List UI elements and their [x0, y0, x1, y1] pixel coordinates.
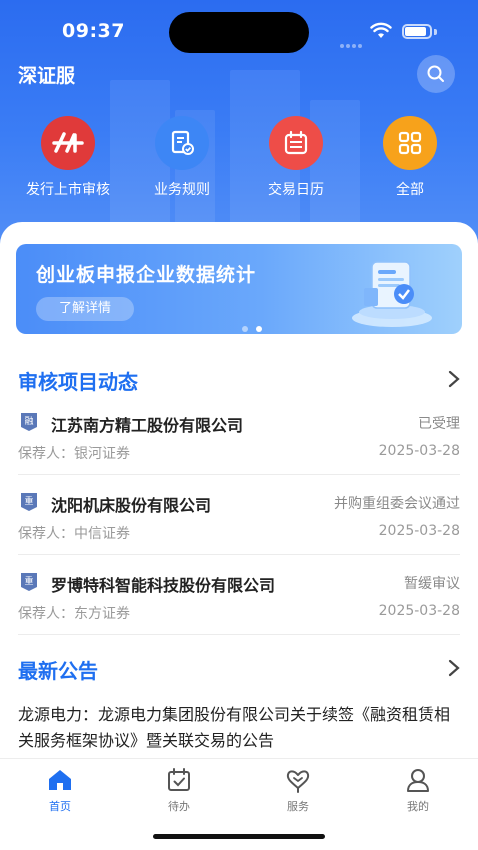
- notice-item[interactable]: 龙源电力：龙源电力集团股份有限公司关于续签《融资租赁相关服务框架协议》暨关联交易…: [18, 702, 464, 754]
- chevron-right-icon[interactable]: [447, 658, 461, 678]
- chevron-right-icon[interactable]: [447, 369, 461, 389]
- company-name: 沈阳机床股份有限公司: [51, 496, 212, 515]
- carousel-indicator: [242, 317, 270, 334]
- tab-label: 首页: [49, 800, 71, 813]
- profile-icon: [407, 769, 429, 792]
- shortcut-label: 发行上市审核: [26, 182, 110, 198]
- shortcut-label: 全部: [396, 182, 424, 198]
- banner-title: 创业板申报企业数据统计: [36, 264, 257, 286]
- svg-text:融: 融: [24, 416, 33, 427]
- recommender: 保荐人：中信证券: [18, 526, 130, 542]
- app-title: 深证服: [18, 65, 76, 87]
- review-section-title: 审核项目动态: [18, 370, 138, 394]
- company-name: 江苏南方精工股份有限公司: [51, 416, 244, 435]
- tab-label: 待办: [168, 800, 190, 813]
- banner-details-button[interactable]: 了解详情: [36, 297, 134, 321]
- company-name: 罗博特科智能科技股份有限公司: [51, 576, 276, 595]
- shortcut-ipo-review[interactable]: 发行上市审核: [11, 116, 125, 199]
- list-divider: [18, 554, 460, 555]
- wifi-icon: [370, 22, 392, 40]
- shortcut-label: 交易日历: [268, 182, 324, 198]
- review-item[interactable]: 重 罗博特科智能科技股份有限公司 暂缓审议 保荐人：东方证券 2025-03-2…: [0, 572, 478, 652]
- tab-home[interactable]: 首页: [20, 767, 100, 814]
- review-status: 并购重组委会议通过: [334, 496, 460, 512]
- financing-badge-icon: 融: [21, 413, 37, 431]
- list-divider: [18, 474, 460, 475]
- todo-calendar-icon: [168, 768, 190, 791]
- restructuring-badge-icon: 重: [21, 493, 37, 511]
- battery-tip: [434, 29, 437, 35]
- status-time: 09:37: [62, 20, 125, 42]
- shortcut-rules[interactable]: 业务规则: [125, 116, 239, 199]
- recommender: 保荐人：银河证券: [18, 446, 130, 462]
- recommender: 保荐人：东方证券: [18, 606, 130, 622]
- review-item[interactable]: 融 江苏南方精工股份有限公司 已受理 保荐人：银河证券 2025-03-28: [0, 412, 478, 492]
- tab-label: 我的: [407, 800, 429, 813]
- search-button[interactable]: [417, 55, 455, 93]
- status-bar: 09:37: [0, 0, 478, 62]
- svg-text:重: 重: [24, 575, 33, 587]
- tab-service[interactable]: 服务: [258, 767, 338, 814]
- tab-todo[interactable]: 待办: [139, 767, 219, 814]
- dynamic-island: [169, 12, 309, 53]
- ipo-review-icon: [41, 116, 95, 170]
- home-icon: [49, 770, 71, 790]
- shortcut-all[interactable]: 全部: [353, 116, 467, 199]
- restructuring-badge-icon: 重: [21, 573, 37, 591]
- review-status: 已受理: [418, 416, 460, 432]
- home-indicator: [153, 834, 325, 839]
- tab-profile[interactable]: 我的: [378, 767, 458, 814]
- search-icon: [427, 65, 444, 82]
- list-divider: [18, 634, 460, 635]
- review-date: 2025-03-28: [378, 443, 460, 459]
- review-item[interactable]: 重 沈阳机床股份有限公司 并购重组委会议通过 保荐人：中信证券 2025-03-…: [0, 492, 478, 572]
- grid-all-icon: [383, 116, 437, 170]
- service-heart-icon: [286, 770, 310, 793]
- statistics-illustration: [352, 261, 432, 327]
- tab-label: 服务: [287, 800, 309, 813]
- notice-section-title: 最新公告: [18, 659, 98, 683]
- battery-icon: [402, 24, 432, 39]
- svg-text:重: 重: [24, 495, 33, 507]
- rules-document-icon: [155, 116, 209, 170]
- calendar-icon: [269, 116, 323, 170]
- review-status: 暂缓审议: [404, 576, 460, 592]
- review-date: 2025-03-28: [378, 523, 460, 539]
- review-date: 2025-03-28: [378, 603, 460, 619]
- cellular-signal-icon: [340, 33, 364, 48]
- shortcut-calendar[interactable]: 交易日历: [239, 116, 353, 199]
- shortcut-label: 业务规则: [154, 182, 210, 198]
- promo-banner[interactable]: 创业板申报企业数据统计 了解详情: [16, 244, 462, 334]
